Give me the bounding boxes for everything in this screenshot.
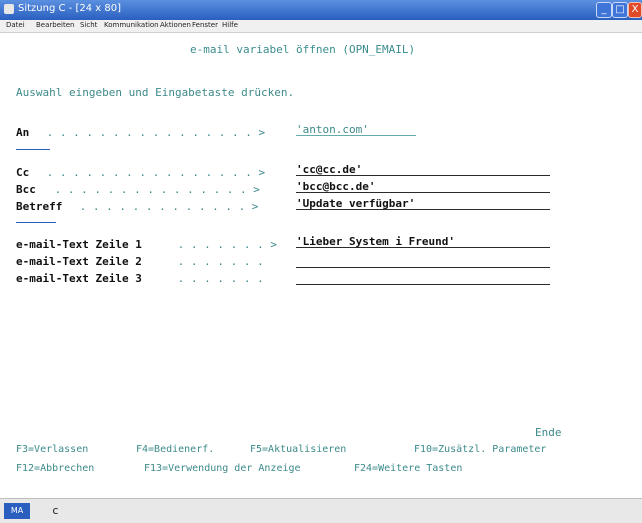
end-indicator: Ende: [535, 426, 562, 439]
menu-edit[interactable]: Bearbeiten: [36, 21, 74, 29]
cc-field[interactable]: 'cc@cc.de': [296, 163, 550, 176]
field-label-cc: Cc: [16, 166, 30, 179]
field-dots-subject: . . . . . . . . . . . . . >: [73, 200, 259, 213]
window-title: Sitzung C - [24 x 80]: [18, 3, 121, 14]
field-dots-body-line-3: . . . . . . .: [171, 272, 264, 285]
emulator-window: Sitzung C - [24 x 80] _ □ X Datei Bearbe…: [0, 0, 642, 523]
to-field[interactable]: 'anton.com': [296, 123, 416, 136]
f12-cancel-key[interactable]: F12=Abbrechen: [16, 463, 94, 474]
f13-usage-key[interactable]: F13=Verwendung der Anzeige: [144, 463, 301, 474]
f4-prompt-key[interactable]: F4=Bedienerf.: [136, 444, 214, 455]
close-button[interactable]: X: [628, 2, 642, 18]
menu-view[interactable]: Sicht: [80, 21, 97, 29]
field-dots-to: . . . . . . . . . . . . . . . . >: [40, 126, 266, 139]
menu-actions[interactable]: Aktionen: [160, 21, 191, 29]
field-label-subject: Betreff: [16, 200, 63, 213]
body-line-3-field[interactable]: [296, 272, 550, 285]
bcc-field[interactable]: 'bcc@bcc.de': [296, 180, 550, 193]
app-icon: [4, 4, 14, 14]
field-dots-bcc: . . . . . . . . . . . . . . . >: [48, 183, 260, 196]
field-dots-body-line-2: . . . . . . .: [171, 255, 264, 268]
menu-file[interactable]: Datei: [6, 21, 25, 29]
field-dots-body-line-1: . . . . . . . >: [171, 238, 277, 251]
field-label-bcc: Bcc: [16, 183, 36, 196]
field-label-body-line-2: e-mail-Text Zeile 2: [16, 255, 142, 268]
body-line-2-field[interactable]: [296, 255, 550, 268]
body-line-1-field[interactable]: 'Lieber System i Freund': [296, 235, 550, 248]
f3-exit-key[interactable]: F3=Verlassen: [16, 444, 88, 455]
session-indicator: MA: [4, 503, 30, 519]
menu-help[interactable]: Hilfe: [222, 21, 238, 29]
f24-more-keys-key[interactable]: F24=Weitere Tasten: [354, 463, 462, 474]
maximize-button[interactable]: □: [612, 2, 628, 18]
menu-window[interactable]: Fenster: [192, 21, 218, 29]
title-bar[interactable]: Sitzung C - [24 x 80] _ □ X: [0, 0, 642, 20]
separator-line: [16, 149, 50, 150]
status-bar: MA c: [0, 498, 642, 523]
instruction-text: Auswahl eingeben und Eingabetaste drücke…: [16, 86, 295, 99]
subject-field[interactable]: 'Update verfügbar': [296, 197, 550, 210]
field-label-body-line-1: e-mail-Text Zeile 1: [16, 238, 142, 251]
f5-refresh-key[interactable]: F5=Aktualisieren: [250, 444, 346, 455]
field-label-body-line-3: e-mail-Text Zeile 3: [16, 272, 142, 285]
menu-bar: Datei Bearbeiten Sicht Kommunikation Akt…: [0, 20, 642, 33]
separator-line: [16, 222, 56, 223]
minimize-button[interactable]: _: [596, 2, 612, 18]
screen-header: e-mail variabel öffnen (OPN_EMAIL): [190, 43, 416, 56]
status-text: c: [52, 504, 59, 517]
terminal-screen: e-mail variabel öffnen (OPN_EMAIL) Auswa…: [0, 33, 642, 496]
f10-parameters-key[interactable]: F10=Zusätzl. Parameter: [414, 444, 546, 455]
menu-communication[interactable]: Kommunikation: [104, 21, 159, 29]
field-dots-cc: . . . . . . . . . . . . . . . . >: [40, 166, 266, 179]
field-label-to: An: [16, 126, 30, 139]
